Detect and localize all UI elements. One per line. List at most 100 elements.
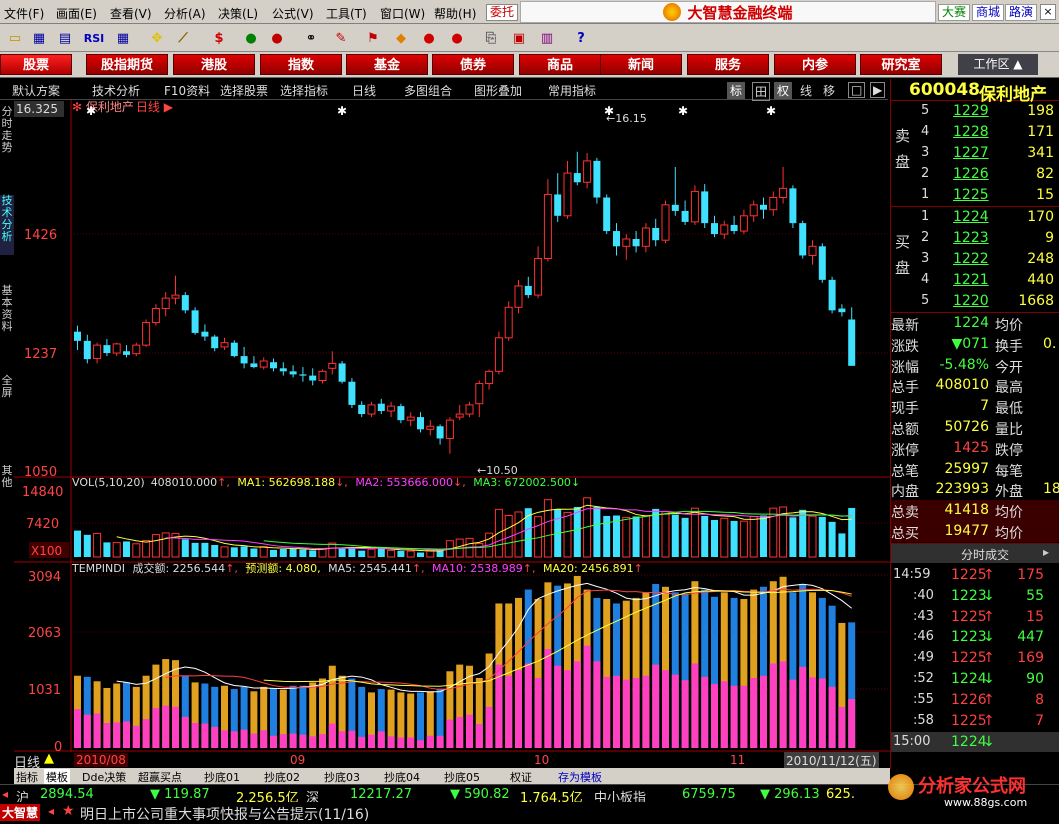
order-price[interactable]: 1224	[953, 209, 989, 225]
nav-index[interactable]: 指数	[260, 54, 342, 75]
ticker-text[interactable]: 明日上市公司重大事项快报与公告提示(11/16)	[80, 804, 369, 824]
event-star-icon[interactable]: ✱	[766, 104, 776, 118]
menu-decision[interactable]: 决策(L)	[218, 5, 258, 22]
signal-icon[interactable]: ●	[240, 28, 262, 48]
chart-svg[interactable]: 16.325 1426 1237 1050 ✻ 保利地产 日线 ▶ 14840 7…	[14, 100, 890, 768]
side-tab-other[interactable]: 其他	[0, 465, 14, 493]
menu-help[interactable]: 帮助(H)	[434, 5, 476, 22]
menu-window[interactable]: 窗口(W)	[380, 5, 425, 22]
event-star-icon[interactable]: ✱	[678, 104, 688, 118]
order-level-row[interactable]: 3 1222 248	[891, 249, 1059, 270]
nav-index-futures[interactable]: 股指期货	[86, 54, 168, 75]
circle2-icon[interactable]: ●	[446, 28, 468, 48]
menu-view[interactable]: 查看(V)	[110, 5, 152, 22]
chart-icon[interactable]: ▦	[28, 28, 50, 48]
order-level-row[interactable]: 5 1220 1668	[891, 291, 1059, 312]
order-level-row[interactable]: 4 1221 440	[891, 270, 1059, 291]
binocular-icon[interactable]: ⚭	[300, 28, 322, 48]
circle-icon[interactable]: ●	[418, 28, 440, 48]
side-tab-fundamental[interactable]: 基本资料	[0, 285, 14, 345]
alarm-icon[interactable]: ⚑	[362, 28, 384, 48]
order-price[interactable]: 1222	[953, 251, 989, 267]
side-tab-fullscreen[interactable]: 全屏	[0, 375, 14, 403]
ruler-icon[interactable]: ⟋	[172, 28, 194, 48]
event-star-icon[interactable]: ✱	[337, 104, 347, 118]
order-level-row[interactable]: 2 1226 82	[891, 164, 1059, 185]
order-level-row[interactable]: 2 1223 9	[891, 228, 1059, 249]
tab-chaodi03[interactable]: 抄底03	[324, 769, 360, 785]
period-select[interactable]: 日线	[352, 82, 376, 99]
menu-analysis[interactable]: 分析(A)	[164, 5, 206, 22]
signal2-icon[interactable]: ●	[266, 28, 288, 48]
tab-indicator[interactable]: 指标	[16, 769, 38, 785]
order-price[interactable]: 1221	[953, 272, 989, 288]
link-mall[interactable]: 商城	[972, 4, 1005, 21]
select-indicator-button[interactable]: 选择指标	[280, 82, 328, 99]
common-indicators-menu[interactable]: 常用指标	[548, 82, 596, 99]
toggle-grid[interactable]: 田	[752, 82, 771, 101]
side-tab-technical[interactable]: 技术分析	[0, 195, 14, 255]
order-price[interactable]: 1228	[953, 124, 989, 140]
open-icon[interactable]: ▭	[4, 28, 26, 48]
tech-analysis-menu[interactable]: 技术分析	[92, 82, 140, 99]
nav-insider[interactable]: 内参	[774, 54, 856, 75]
tab-dde[interactable]: Dde决策	[82, 769, 126, 785]
copy-icon[interactable]: ⎘	[480, 28, 502, 48]
toggle-move[interactable]: 移	[823, 82, 835, 99]
table-icon[interactable]: ▤	[54, 28, 76, 48]
tab-warrant[interactable]: 权证	[510, 769, 532, 785]
nav-commodity[interactable]: 商品	[519, 54, 601, 75]
select-stock-button[interactable]: 选择股票	[220, 82, 268, 99]
order-level-row[interactable]: 1 1225 15	[891, 185, 1059, 206]
save-template-button[interactable]: 存为模板	[558, 769, 602, 785]
menu-formula[interactable]: 公式(V)	[272, 5, 314, 22]
books-icon[interactable]: ▥	[536, 28, 558, 48]
link-roadshow[interactable]: 路演	[1005, 4, 1038, 21]
default-scheme-button[interactable]: 默认方案	[12, 82, 60, 99]
scroll-right-icon[interactable]: ▸	[1043, 545, 1049, 559]
link-contest[interactable]: 大赛	[938, 4, 971, 21]
nav-fund[interactable]: 基金	[346, 54, 428, 75]
dollar-icon[interactable]: $	[208, 28, 230, 48]
nav-hk[interactable]: 港股	[173, 54, 255, 75]
tab-chaoying[interactable]: 超赢买点	[138, 769, 182, 785]
menu-file[interactable]: 文件(F)	[4, 5, 44, 22]
order-level-row[interactable]: 4 1228 171	[891, 122, 1059, 143]
order-price[interactable]: 1225	[953, 187, 989, 203]
order-price[interactable]: 1227	[953, 145, 989, 161]
tab-chaodi01[interactable]: 抄底01	[204, 769, 240, 785]
event-star-icon[interactable]: ✱	[86, 104, 96, 118]
order-price[interactable]: 1229	[953, 103, 989, 119]
order-price[interactable]: 1223	[953, 230, 989, 246]
toggle-window[interactable]: □	[848, 82, 866, 98]
order-level-row[interactable]: 3 1227 341	[891, 143, 1059, 164]
window-icon[interactable]: ▣	[508, 28, 530, 48]
order-price[interactable]: 1226	[953, 166, 989, 182]
ticker-prev-icon[interactable]: ◂	[48, 804, 54, 818]
f10-button[interactable]: F10资料	[164, 82, 210, 99]
move-icon[interactable]: ✥	[146, 28, 168, 48]
nav-research[interactable]: 研究室	[860, 54, 942, 75]
help-icon[interactable]: ?	[570, 28, 592, 48]
work-area-button[interactable]: 工作区 ▲	[958, 54, 1038, 75]
grid-icon[interactable]: ▦	[112, 28, 134, 48]
diamond-icon[interactable]: ◆	[390, 28, 412, 48]
close-icon[interactable]: ×	[1040, 4, 1056, 20]
play-icon[interactable]: ▶	[870, 82, 886, 98]
pin-icon[interactable]: ✎	[330, 28, 352, 48]
tab-chaodi02[interactable]: 抄底02	[264, 769, 300, 785]
nav-bond[interactable]: 债券	[432, 54, 514, 75]
weituo-button[interactable]: 委托	[486, 4, 518, 21]
tab-chaodi04[interactable]: 抄底04	[384, 769, 420, 785]
order-level-row[interactable]: 1 1224 170	[891, 207, 1059, 228]
tab-template[interactable]: 模板	[44, 769, 70, 785]
ticks-header[interactable]: 分时成交 ▸	[891, 543, 1059, 563]
multi-chart-menu[interactable]: 多图组合	[404, 82, 452, 99]
close-status-icon[interactable]: ◂	[2, 787, 8, 801]
tab-chaodi05[interactable]: 抄底05	[444, 769, 480, 785]
menu-tools[interactable]: 工具(T)	[326, 5, 367, 22]
side-tab-intraday[interactable]: 分时走势	[0, 106, 14, 178]
rsi-icon[interactable]: RSI	[80, 28, 108, 48]
menu-screen[interactable]: 画面(E)	[56, 5, 97, 22]
toggle-rights[interactable]: 权	[774, 82, 793, 99]
